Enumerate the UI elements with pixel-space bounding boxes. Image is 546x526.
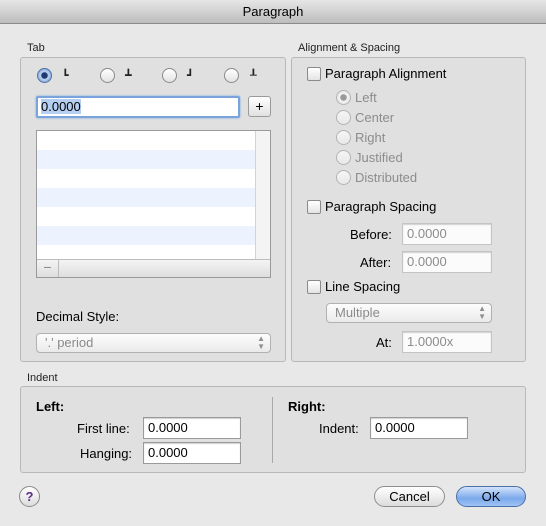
align-distributed-label: Distributed (355, 170, 418, 185)
paragraph-spacing-checkbox[interactable] (307, 200, 321, 214)
align-justified-radio[interactable] (336, 150, 351, 165)
list-item[interactable] (37, 131, 270, 150)
tab-right-icon: ┛ (187, 69, 194, 82)
list-item[interactable] (37, 188, 270, 207)
line-spacing-mode-popup[interactable]: Multiple ▲ ▼ (326, 303, 492, 323)
align-center-label: Center (355, 110, 395, 125)
indent-left-heading: Left: (36, 399, 65, 414)
at-label: At: (376, 335, 392, 350)
at-input[interactable]: 1.0000x (402, 331, 492, 353)
align-distributed-radio[interactable] (336, 170, 351, 185)
tab-position-value: 0.0000 (41, 99, 81, 114)
align-right-label: Right (355, 130, 386, 145)
first-line-label: First line: (77, 421, 130, 436)
hanging-input[interactable]: 0.0000 (143, 442, 241, 464)
list-item[interactable] (37, 207, 270, 226)
tab-center-icon: ┻ (125, 69, 132, 82)
hanging-label: Hanging: (80, 446, 133, 461)
tab-right-radio[interactable] (162, 68, 177, 83)
list-scrollbar[interactable] (255, 131, 270, 261)
decimal-style-value: '.' period (45, 335, 94, 350)
line-spacing-checkbox[interactable] (307, 280, 321, 294)
ok-button[interactable]: OK (456, 486, 526, 507)
add-tab-button[interactable]: + (248, 96, 271, 117)
list-item[interactable] (37, 150, 270, 169)
indent-right-heading: Right: (288, 399, 326, 414)
popup-arrows-icon: ▲ ▼ (478, 304, 486, 321)
tab-position-input[interactable]: 0.0000 (36, 96, 240, 118)
align-right-radio[interactable] (336, 130, 351, 145)
tab-center-radio[interactable] (100, 68, 115, 83)
decimal-style-popup[interactable]: '.' period ▲ ▼ (36, 333, 271, 353)
list-item[interactable] (37, 226, 270, 245)
align-left-radio[interactable] (336, 90, 351, 105)
tab-stops-list[interactable]: − (36, 130, 271, 278)
paragraph-alignment-checkbox[interactable] (307, 67, 321, 81)
tab-decimal-icon: ┸ (250, 69, 257, 82)
decimal-style-label: Decimal Style: (36, 309, 120, 324)
list-item[interactable] (37, 169, 270, 188)
cancel-button[interactable]: Cancel (374, 486, 445, 507)
align-justified-label: Justified (355, 150, 403, 165)
tab-left-radio[interactable] (37, 68, 52, 83)
tab-group-label: Tab (27, 42, 45, 54)
first-line-input[interactable]: 0.0000 (143, 417, 241, 439)
tab-left-icon: ┗ (62, 69, 69, 82)
alignment-spacing-group-label: Alignment & Spacing (298, 42, 401, 54)
indent-group-label: Indent (27, 372, 58, 384)
before-label: Before: (350, 227, 392, 242)
align-left-label: Left (355, 90, 377, 105)
right-indent-label: Indent: (319, 421, 359, 436)
indent-divider (272, 397, 273, 463)
right-indent-input[interactable]: 0.0000 (370, 417, 468, 439)
help-icon[interactable]: ? (19, 486, 40, 507)
tab-decimal-radio[interactable] (224, 68, 239, 83)
before-input[interactable]: 0.0000 (402, 223, 492, 245)
after-input[interactable]: 0.0000 (402, 251, 492, 273)
line-spacing-mode-value: Multiple (335, 305, 380, 320)
after-label: After: (360, 255, 392, 270)
window-title: Paragraph (0, 0, 546, 24)
list-footer: − (37, 259, 270, 277)
line-spacing-label: Line Spacing (325, 279, 401, 294)
remove-tab-button[interactable]: − (37, 259, 59, 277)
popup-arrows-icon: ▲ ▼ (257, 334, 265, 351)
paragraph-alignment-label: Paragraph Alignment (325, 66, 447, 81)
paragraph-spacing-label: Paragraph Spacing (325, 199, 437, 214)
align-center-radio[interactable] (336, 110, 351, 125)
